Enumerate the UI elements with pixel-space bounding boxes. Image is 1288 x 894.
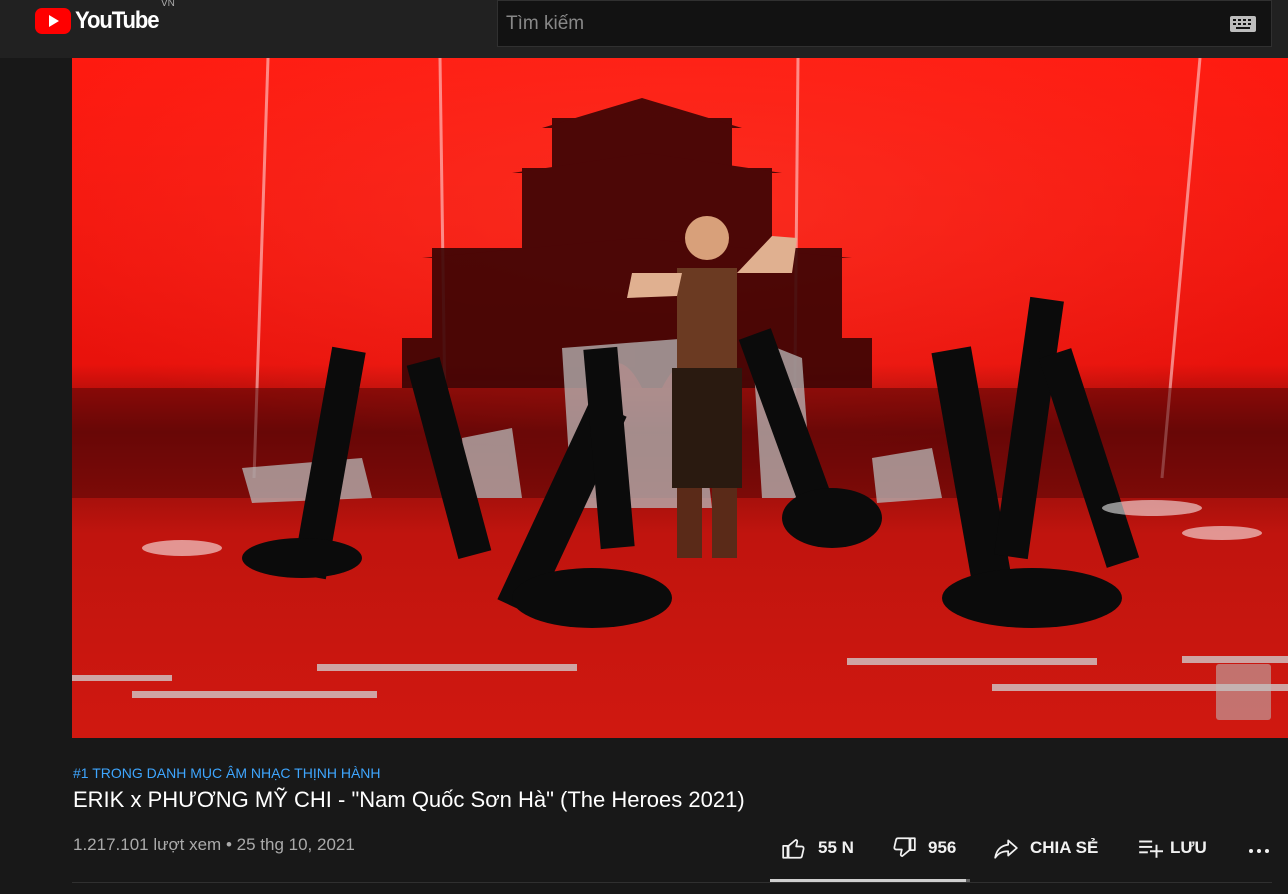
save-label: LƯU — [1170, 838, 1207, 857]
player-corner-overlay[interactable] — [1216, 664, 1271, 720]
logo-wordmark: YouTube — [75, 7, 160, 34]
meta-separator: • — [225, 835, 232, 854]
youtube-play-icon — [35, 8, 71, 34]
more-horizontal-icon — [1249, 849, 1269, 853]
dislike-count: 956 — [928, 838, 957, 857]
video-player[interactable] — [72, 58, 1288, 738]
video-frame — [72, 58, 1288, 738]
search-input[interactable] — [498, 1, 1198, 46]
playlist-add-icon — [1139, 840, 1163, 858]
save-button[interactable]: LƯU — [1136, 826, 1207, 870]
trending-hashtag-link[interactable]: #1 TRONG DANH MỤC ÂM NHẠC THỊNH HÀNH — [73, 765, 381, 781]
divider — [72, 882, 1272, 883]
video-meta: 1.217.101 lượt xem • 25 thg 10, 2021 — [73, 835, 355, 855]
like-count: 55 N — [818, 838, 854, 857]
dislike-button[interactable]: 956 — [890, 826, 956, 870]
view-count: 1.217.101 lượt xem — [73, 835, 222, 854]
share-label: CHIA SẺ — [1030, 838, 1099, 857]
share-button[interactable]: CHIA SẺ — [992, 826, 1098, 870]
upload-date: 25 thg 10, 2021 — [236, 835, 355, 854]
more-actions-button[interactable] — [1246, 826, 1272, 870]
keyboard-icon[interactable] — [1229, 15, 1257, 33]
thumbs-down-icon — [893, 837, 916, 857]
video-title: ERIK x PHƯƠNG MỸ CHI - "Nam Quốc Sơn Hà"… — [73, 787, 745, 812]
country-code: VN — [161, 0, 175, 9]
like-button[interactable]: 55 N — [780, 826, 854, 870]
video-actions: 55 N 956 CHIA SẺ LƯU — [770, 826, 1280, 870]
masthead: YouTube VN — [0, 0, 1288, 58]
search-box — [497, 0, 1272, 47]
thumbs-up-icon — [782, 839, 805, 859]
share-arrow-icon — [994, 839, 1018, 859]
youtube-logo[interactable]: YouTube — [34, 6, 166, 36]
